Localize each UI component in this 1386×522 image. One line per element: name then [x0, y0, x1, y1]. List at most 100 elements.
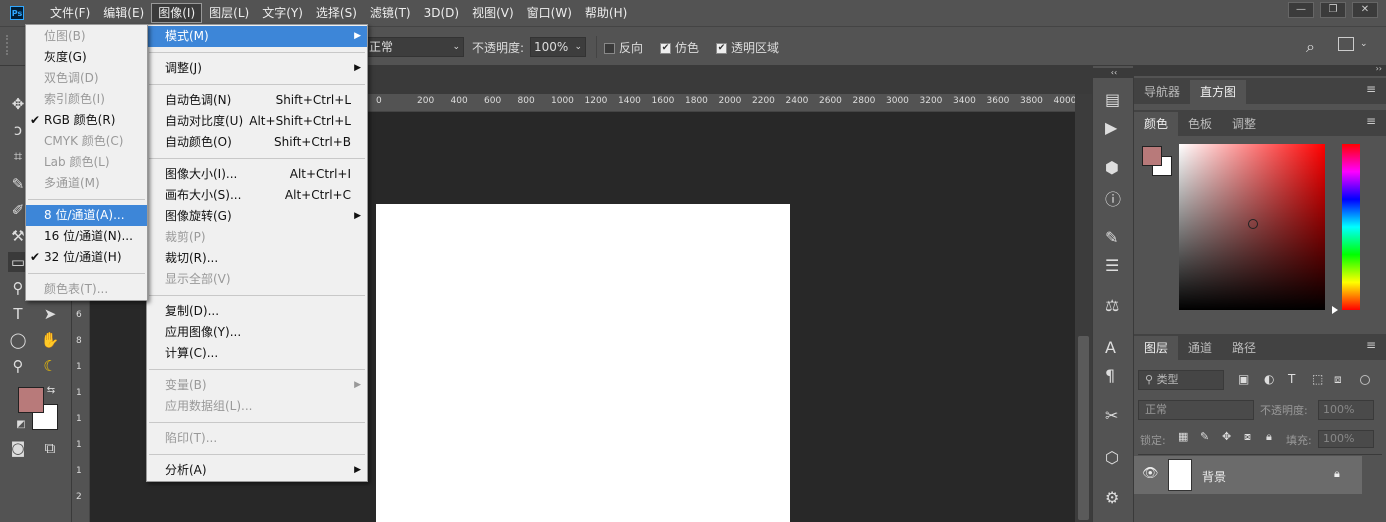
panel-menu-icon[interactable]: ≡ [1366, 114, 1376, 128]
layer-filter-select[interactable]: ⚲ 类型 [1138, 370, 1224, 390]
default-colors-icon[interactable]: ◩ [14, 418, 28, 432]
color-picker-cursor[interactable] [1248, 219, 1258, 229]
character-icon[interactable]: A [1105, 338, 1116, 357]
menu-item[interactable]: 编辑(E) [97, 3, 150, 23]
menu-option[interactable]: 分析(A) ▶ [147, 460, 367, 481]
tab-histogram[interactable]: 直方图 [1190, 80, 1247, 104]
type-filter-icon[interactable]: T [1288, 372, 1295, 386]
quick-mask-icon[interactable]: ◙ [8, 438, 28, 458]
menu-item[interactable]: 图像(I) [151, 3, 203, 23]
history-icon[interactable]: ▤ [1105, 90, 1120, 109]
tab-paths[interactable]: 路径 [1222, 336, 1266, 360]
cube-icon[interactable]: ⬢ [1105, 158, 1119, 177]
fill-field[interactable]: 100% [1318, 430, 1374, 448]
path-select-icon[interactable]: ➤ [40, 304, 60, 324]
hue-slider-handle[interactable] [1332, 306, 1338, 314]
screen-mode-icon[interactable]: ⧉ [40, 438, 60, 458]
tab-color[interactable]: 颜色 [1134, 112, 1179, 136]
ellipse-icon[interactable]: ◯ [8, 330, 28, 350]
paragraph-icon[interactable]: ¶ [1105, 366, 1115, 385]
menu-option[interactable]: 模式(M) ▶ [147, 26, 367, 47]
tab-layers[interactable]: 图层 [1134, 336, 1179, 360]
menu-item[interactable]: 窗口(W) [521, 3, 578, 23]
hand-icon[interactable]: ✋ [40, 330, 60, 350]
swap-colors-icon[interactable]: ⇆ [44, 384, 58, 398]
color-field[interactable] [1179, 144, 1325, 310]
collapse-icon[interactable]: ›› [1376, 64, 1382, 73]
foreground-color-swatch[interactable] [1142, 146, 1162, 166]
blend-mode-select[interactable]: 正常 ⌄ [364, 37, 464, 57]
workspace-icon[interactable] [1338, 37, 1354, 51]
play-icon[interactable]: ▶ [1105, 118, 1117, 137]
search-icon[interactable]: ⌕ [1306, 37, 1315, 57]
lock-all-icon[interactable]: 🔒︎ [1266, 430, 1272, 444]
tab-navigator[interactable]: 导航器 [1134, 80, 1190, 104]
panel-menu-icon[interactable]: ≡ [1366, 338, 1376, 352]
menu-option[interactable]: 图像旋转(G) ▶ [147, 206, 367, 227]
image-filter-icon[interactable]: ▣ [1238, 372, 1249, 386]
dither-checkbox[interactable]: ✔ 仿色 [660, 39, 699, 56]
clone-source-icon[interactable]: ⚖ [1105, 296, 1119, 315]
menu-option[interactable]: 复制(D)... [147, 301, 367, 322]
layer-row[interactable]: 👁︎ 背景 🔒︎ [1134, 456, 1362, 494]
panel-menu-icon[interactable]: ≡ [1366, 82, 1376, 96]
menu-option[interactable]: 裁切(R)... [147, 248, 367, 269]
chevron-down-icon[interactable]: ⌄ [1360, 39, 1368, 49]
menu-item[interactable]: 视图(V) [466, 3, 520, 23]
lock-brush-icon[interactable]: ✎ [1200, 430, 1209, 443]
menu-option[interactable]: 图像大小(I)... Alt+Ctrl+I [147, 164, 367, 185]
lock-position-icon[interactable]: ✥ [1222, 430, 1231, 443]
zoom-icon[interactable]: ⚲ [8, 356, 28, 376]
layer-blend-select[interactable]: 正常 [1138, 400, 1254, 420]
lock-artboard-icon[interactable]: ⧇ [1244, 430, 1251, 444]
type-icon[interactable]: T [8, 304, 28, 324]
tab-adjustments[interactable]: 调整 [1222, 112, 1266, 136]
brush-settings-icon[interactable]: ✎ [1105, 228, 1118, 247]
layer-opacity-field[interactable]: 100% [1318, 400, 1374, 420]
menu-item[interactable]: 3D(D) [418, 3, 465, 23]
shape-filter-icon[interactable]: ⬚ [1312, 372, 1323, 386]
tools-icon[interactable]: ⚙ [1105, 488, 1119, 507]
menu-option[interactable]: 计算(C)... [147, 343, 367, 364]
vertical-scrollbar[interactable] [1075, 94, 1092, 522]
banana-icon[interactable]: ☾ [40, 356, 60, 376]
transparency-checkbox[interactable]: ✔ 透明区域 [716, 39, 779, 56]
scrollbar-thumb[interactable] [1078, 336, 1089, 520]
menu-item[interactable]: 图层(L) [203, 3, 255, 23]
menu-item[interactable]: 滤镜(T) [364, 3, 417, 23]
sliders-icon[interactable]: ☰ [1105, 256, 1119, 275]
close-button[interactable]: ✕ [1352, 2, 1378, 18]
scissors-icon[interactable]: ✂ [1105, 406, 1118, 425]
adjust-filter-icon[interactable]: ◐ [1264, 372, 1274, 386]
menu-option[interactable]: 画布大小(S)... Alt+Ctrl+C [147, 185, 367, 206]
3d-icon[interactable]: ⬡ [1105, 448, 1119, 467]
document-canvas[interactable] [376, 204, 790, 522]
menu-item[interactable]: 选择(S) [310, 3, 363, 23]
opacity-field[interactable]: 100% ⌄ [530, 37, 586, 57]
menu-option[interactable]: 8 位/通道(A)... [26, 205, 147, 226]
minimize-button[interactable]: — [1288, 2, 1314, 18]
tab-swatches[interactable]: 色板 [1178, 112, 1222, 136]
menu-option[interactable]: 应用图像(Y)... [147, 322, 367, 343]
collapse-icon[interactable]: ‹‹ [1093, 68, 1135, 78]
layer-name[interactable]: 背景 [1202, 468, 1226, 485]
menu-option[interactable]: 自动颜色(O) Shift+Ctrl+B [147, 132, 367, 153]
menu-option[interactable]: 调整(J) ▶ [147, 58, 367, 79]
menu-item[interactable]: 文字(Y) [256, 3, 309, 23]
reverse-checkbox[interactable]: 反向 [604, 39, 643, 56]
menu-option[interactable]: 自动色调(N) Shift+Ctrl+L [147, 90, 367, 111]
lock-transparency-icon[interactable]: ▦ [1178, 430, 1188, 443]
smart-filter-icon[interactable]: ⧈ [1334, 372, 1342, 387]
eye-icon[interactable]: 👁︎ [1142, 466, 1159, 481]
menu-option[interactable]: 16 位/通道(N)... [26, 226, 147, 247]
menu-option[interactable]: 灰度(G) [26, 47, 147, 68]
foreground-color-swatch[interactable] [18, 387, 44, 413]
menu-option[interactable]: ✔ 32 位/通道(H) [26, 247, 147, 268]
menu-item[interactable]: 帮助(H) [579, 3, 633, 23]
filter-toggle[interactable] [1360, 375, 1370, 385]
menu-item[interactable]: 文件(F) [44, 3, 96, 23]
info-icon[interactable]: ⓘ [1105, 186, 1121, 210]
tab-channels[interactable]: 通道 [1178, 336, 1222, 360]
restore-button[interactable]: ❐ [1320, 2, 1346, 18]
hue-slider[interactable] [1342, 144, 1360, 310]
